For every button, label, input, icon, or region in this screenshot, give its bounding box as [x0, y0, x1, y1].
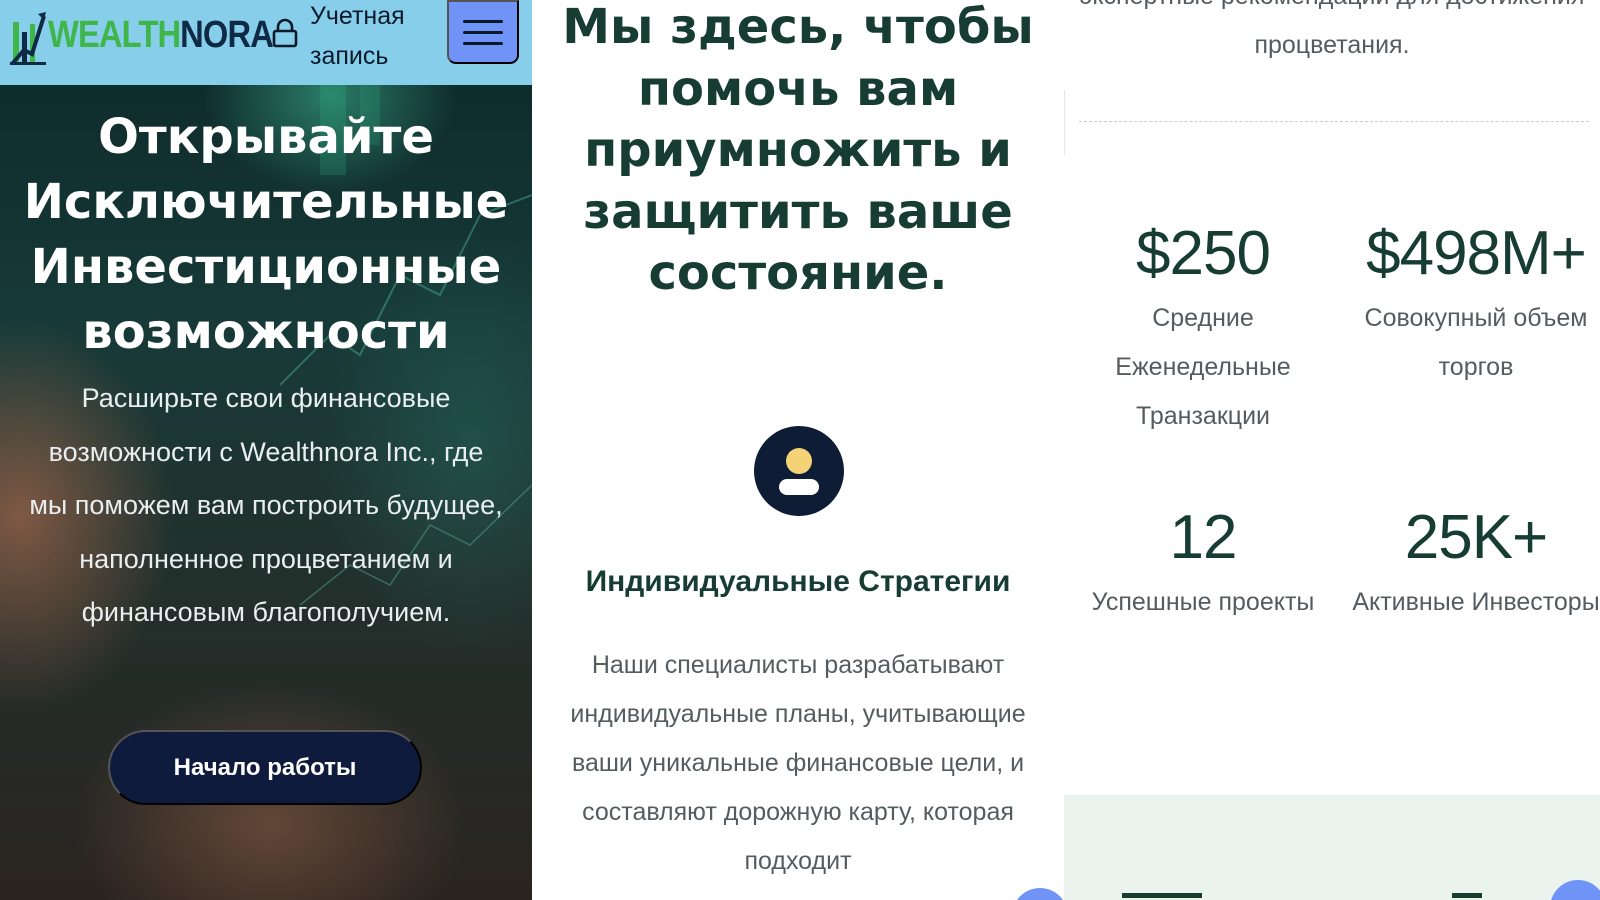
hamburger-menu-button[interactable] [447, 0, 519, 64]
panel-mission: Мы здесь, чтобы помочь вам приумножить и… [532, 0, 1064, 900]
logo-chart-icon [10, 12, 46, 66]
next-section-band [1064, 795, 1600, 900]
stat-label: Успешные проекты [1091, 588, 1315, 616]
hero-title: Открывайте Исключительные Инвестиционные… [23, 109, 509, 360]
stat-item: $250 Средние Еженедельные Транзакции [1073, 214, 1333, 441]
logo-wordmark: WEALTHNORA [48, 13, 274, 57]
hamburger-icon-bar [463, 19, 503, 23]
user-icon-body [779, 479, 819, 495]
heading-fragment-stroke [1452, 893, 1482, 898]
user-icon-head [786, 448, 812, 474]
stat-label: Совокупный объем торгов [1364, 304, 1588, 381]
account-link[interactable]: Учетная запись [310, 0, 430, 76]
stat-item: 25K+ Активные Инвесторы [1346, 498, 1600, 627]
scroll-to-top-button[interactable] [1012, 888, 1064, 900]
screenshot-stage: WEALTHNORA Учетная запись Открывайте Иск… [0, 0, 1600, 900]
stat-label: Активные Инвесторы [1352, 588, 1600, 616]
stat-label: Средние Еженедельные Транзакции [1115, 304, 1291, 430]
hamburger-icon-bar [463, 41, 503, 45]
top-navigation-bar: WEALTHNORA Учетная запись [0, 0, 532, 85]
stat-item: 12 Успешные проекты [1073, 498, 1333, 627]
feature-title: Индивидуальные Стратегии [585, 565, 1011, 598]
user-icon [754, 426, 844, 516]
dashed-divider [1079, 121, 1589, 122]
heading-fragment-stroke [1122, 893, 1202, 898]
stat-value: $498M+ [1366, 219, 1587, 288]
feature-description: Наши специалисты разрабатывают индивидуа… [570, 651, 1026, 875]
logo[interactable]: WEALTHNORA [10, 2, 310, 68]
logo-word-wealth: WEALTH [48, 13, 181, 56]
stat-value: $250 [1136, 219, 1271, 288]
get-started-button[interactable]: Начало работы [108, 730, 422, 805]
hero-section: Открывайте Исключительные Инвестиционные… [0, 85, 532, 900]
panel-hero: WEALTHNORA Учетная запись Открывайте Иск… [0, 0, 532, 900]
mission-title: Мы здесь, чтобы помочь вам приумножить и… [562, 0, 1034, 301]
divider [1064, 90, 1065, 155]
panel-stats: экспертные рекомендации для достижения п… [1064, 0, 1600, 900]
hamburger-icon-bar [463, 30, 503, 34]
lock-icon[interactable] [272, 18, 298, 48]
logo-word-nora: NORA [180, 13, 274, 56]
stat-value: 12 [1169, 503, 1238, 572]
hero-subtitle: Расширьте свои финансовые возможности с … [29, 383, 503, 627]
stat-value: 25K+ [1404, 503, 1549, 572]
stat-item: $498M+ Совокупный объем торгов [1346, 214, 1600, 392]
next-section-heading-fragment [1122, 893, 1542, 900]
intro-text: экспертные рекомендации для достижения п… [1080, 0, 1585, 59]
